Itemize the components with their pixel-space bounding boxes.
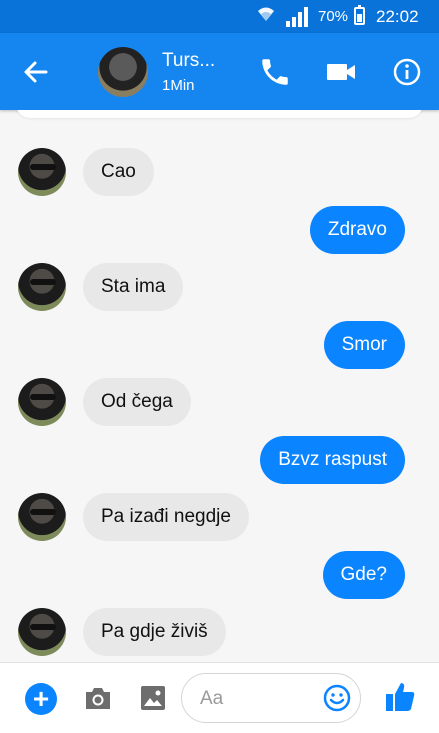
conversation-header: Turs... 1Min [0, 33, 439, 110]
avatar-photo [30, 509, 56, 515]
phone-icon[interactable] [258, 55, 292, 89]
incoming-message[interactable]: Od čega [83, 378, 191, 426]
thumbs-up-icon[interactable] [384, 679, 418, 715]
message-input[interactable] [198, 685, 312, 713]
image-icon[interactable] [139, 684, 167, 712]
video-camera-icon[interactable] [324, 57, 358, 87]
outgoing-message[interactable]: Gde? [322, 551, 405, 599]
camera-icon[interactable] [83, 684, 113, 712]
sender-avatar[interactable] [18, 608, 66, 656]
incoming-message[interactable]: Cao [83, 148, 154, 196]
message-input-field[interactable] [181, 673, 361, 723]
contact-status: 1Min [162, 77, 195, 94]
avatar-photo [30, 624, 56, 630]
status-bar: 70% 22:02 [0, 0, 439, 33]
outgoing-message[interactable]: Bzvz raspust [260, 436, 405, 484]
battery-percent: 70% [318, 8, 349, 25]
avatar-photo [30, 279, 56, 285]
signal-icon [285, 6, 311, 28]
emoji-icon[interactable] [323, 684, 351, 712]
composer-bar: + [0, 662, 439, 733]
incoming-message[interactable]: Pa izađi negdje [83, 493, 249, 541]
plus-icon[interactable]: + [25, 683, 57, 715]
contact-name[interactable]: Turs... [162, 50, 215, 72]
sender-avatar[interactable] [18, 493, 66, 541]
info-icon[interactable] [390, 55, 424, 89]
battery-icon [354, 5, 365, 25]
avatar-photo [30, 164, 56, 170]
outgoing-message[interactable]: Smor [323, 321, 405, 369]
message-list[interactable]: Cao Zdravo Sta ima Smor Od čega Bzvz raspust P… [0, 110, 439, 662]
wifi-icon [256, 4, 276, 29]
clock: 22:02 [376, 7, 419, 26]
sender-avatar[interactable] [18, 263, 66, 311]
outgoing-message[interactable]: Zdravo [309, 206, 405, 254]
previous-content-card [16, 110, 423, 118]
contact-avatar[interactable] [98, 47, 148, 97]
incoming-message[interactable]: Sta ima [83, 263, 184, 311]
sender-avatar[interactable] [18, 378, 66, 426]
incoming-message[interactable]: Pa gdje živiš [83, 608, 226, 656]
back-arrow-icon[interactable] [18, 54, 54, 90]
avatar-photo [30, 394, 56, 400]
sender-avatar[interactable] [18, 148, 66, 196]
